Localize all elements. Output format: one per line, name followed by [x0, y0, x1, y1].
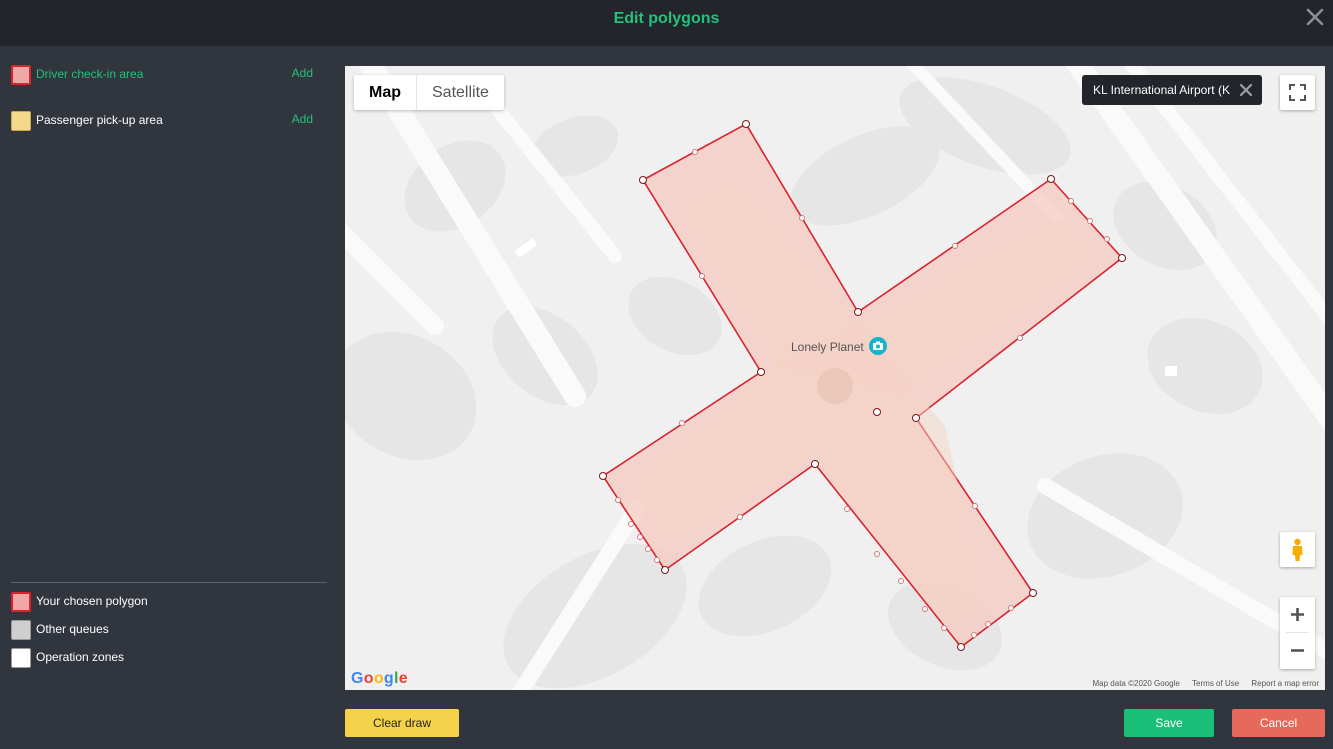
legend-label: Your chosen polygon — [36, 594, 148, 608]
camera-icon[interactable] — [869, 337, 887, 355]
dialog-title: Edit polygons — [613, 10, 720, 27]
close-icon[interactable] — [1305, 7, 1325, 27]
camera-icon-glyph — [873, 341, 883, 350]
area-swatch — [11, 65, 31, 85]
pegman-icon — [1292, 538, 1303, 561]
zoom-control — [1280, 597, 1315, 669]
map-attribution: Map data ©2020 Google Terms of Use Repor… — [1083, 679, 1319, 688]
legend-swatch — [11, 592, 31, 612]
map-type-control: Map Satellite — [354, 75, 504, 110]
close-icon[interactable] — [1238, 82, 1254, 98]
plus-icon — [1291, 608, 1304, 621]
fullscreen-button[interactable] — [1280, 75, 1315, 110]
zoom-out-button[interactable] — [1280, 633, 1315, 668]
legend-swatch — [11, 648, 31, 668]
area-swatch — [11, 111, 31, 131]
clear-draw-button[interactable]: Clear draw — [345, 709, 459, 737]
report-map-error-link[interactable]: Report a map error — [1251, 679, 1319, 688]
legend-label: Operation zones — [36, 650, 125, 664]
poi-label[interactable]: Lonely Planet — [791, 340, 864, 354]
map-data-credit: Map data ©2020 Google — [1092, 679, 1180, 688]
place-chip-label: KL International Airport (K — [1093, 83, 1230, 97]
polygon-sidebar: Driver check-in area Add Passenger pick-… — [0, 47, 335, 749]
place-chip[interactable]: KL International Airport (K — [1082, 75, 1262, 105]
map-canvas[interactable]: Lonely Planet Map Satellite KL Internati… — [345, 66, 1325, 690]
title-bar: Edit polygons — [0, 0, 1333, 46]
legend-label: Other queues — [36, 622, 109, 636]
map-type-satellite-button[interactable]: Satellite — [417, 75, 504, 110]
map-type-map-button[interactable]: Map — [354, 75, 417, 110]
map-basemap — [345, 66, 1325, 690]
legend-divider — [11, 582, 327, 583]
fullscreen-icon — [1289, 84, 1306, 101]
area-label: Driver check-in area — [36, 67, 144, 81]
cancel-button[interactable]: Cancel — [1232, 709, 1325, 737]
area-passenger-pick-up[interactable]: Passenger pick-up area Add — [11, 111, 316, 131]
terms-of-use-link[interactable]: Terms of Use — [1192, 679, 1239, 688]
add-driver-check-in-button[interactable]: Add — [292, 66, 313, 80]
add-passenger-pick-up-button[interactable]: Add — [292, 112, 313, 126]
minus-icon — [1291, 649, 1304, 652]
google-logo: Google — [351, 670, 408, 687]
street-view-button[interactable] — [1280, 532, 1315, 567]
area-label: Passenger pick-up area — [36, 113, 163, 127]
legend-swatch — [11, 620, 31, 640]
area-driver-check-in[interactable]: Driver check-in area Add — [11, 65, 316, 85]
save-button[interactable]: Save — [1124, 709, 1214, 737]
zoom-in-button[interactable] — [1280, 597, 1315, 632]
